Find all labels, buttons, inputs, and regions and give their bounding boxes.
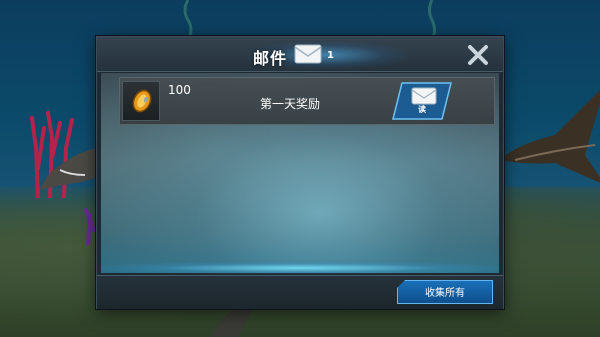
collect-all-label: 收集所有 [425,288,465,299]
read-mail-button[interactable]: 读 [392,82,452,120]
reward-icon-frame [122,81,160,121]
envelope-icon [294,44,322,64]
fish-decoration [500,90,600,183]
mail-list-item[interactable]: 100 第一天奖励 读 [119,77,495,125]
mail-dialog: 邮件 1 100 第一天奖励 读 收集所有 [96,36,504,309]
read-label: 读 [418,105,426,114]
dialog-footer: 收集所有 [97,275,503,309]
dialog-header: 邮件 1 [97,37,503,72]
close-icon[interactable] [467,44,489,66]
mail-count-badge: 1 [327,50,334,61]
reward-amount: 100 [168,83,191,97]
mail-subject: 第一天奖励 [260,97,321,111]
collect-all-button[interactable]: 收集所有 [397,280,493,304]
kelp-decoration [428,0,436,40]
underwater-scene: 邮件 1 100 第一天奖励 读 收集所有 [0,0,600,337]
gold-coin-icon [132,89,152,113]
dialog-title: 邮件 [253,49,288,68]
panel-glow [101,262,499,274]
